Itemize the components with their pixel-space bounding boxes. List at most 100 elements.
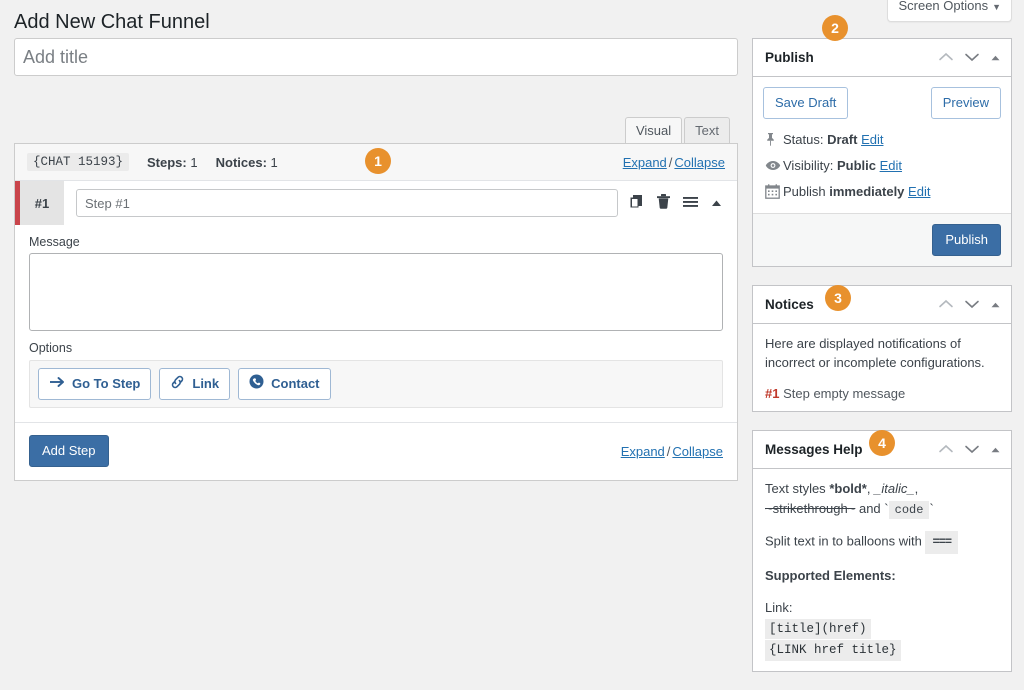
publish-major-actions: Publish: [753, 213, 1011, 266]
visibility-value: Public: [837, 158, 876, 173]
messages-help-panel-controls: [938, 442, 1001, 457]
publish-panel-title: Publish: [765, 50, 814, 65]
notices-label: Notices:: [216, 155, 267, 170]
funnel-footer-links: Expand/Collapse: [621, 444, 723, 459]
arrow-right-icon: [49, 375, 65, 393]
links-separator-bottom: /: [667, 444, 671, 459]
notices-panel-controls: [938, 297, 1001, 312]
go-to-step-button[interactable]: Go To Step: [38, 368, 151, 400]
notices-stat: Notices: 1: [216, 155, 278, 170]
annotation-badge-4: 4: [869, 430, 895, 456]
style-italic-sample: _italic_: [874, 481, 914, 496]
style-strikethrough-sample: ~strikethrough~: [765, 501, 855, 516]
annotation-badge-3: 3: [825, 285, 851, 311]
publish-panel-header: Publish: [753, 39, 1011, 77]
messages-help-panel: Messages Help: [752, 430, 1012, 672]
split-text-label: Split text in to balloons with: [765, 534, 922, 549]
publish-actions-row: Save Draft Preview: [753, 77, 1011, 127]
publish-panel-body: Save Draft Preview Status: Draft Edit: [753, 77, 1011, 266]
contact-button[interactable]: Contact: [238, 368, 330, 400]
schedule-label: Publish: [783, 184, 826, 199]
notices-panel-header: Notices: [753, 286, 1011, 324]
options-bar: Go To Step Link: [29, 360, 723, 408]
backtick-close: `: [929, 501, 933, 516]
status-value: Draft: [827, 132, 857, 147]
calendar-icon: [765, 184, 783, 199]
move-up-icon[interactable]: [938, 50, 954, 65]
move-down-icon[interactable]: [964, 297, 980, 312]
add-step-button[interactable]: Add Step: [29, 435, 109, 467]
notices-panel-body: Here are displayed notifications of inco…: [753, 324, 1011, 411]
move-up-icon[interactable]: [938, 297, 954, 312]
link-help-block: Link: [title](href) {LINK href title}: [765, 598, 999, 660]
chevron-down-icon: ▼: [992, 2, 1001, 12]
collapse-link-bottom[interactable]: Collapse: [672, 444, 723, 459]
expand-link-bottom[interactable]: Expand: [621, 444, 665, 459]
save-draft-button[interactable]: Save Draft: [763, 87, 848, 119]
schedule-edit-link[interactable]: Edit: [908, 184, 930, 199]
tab-visual[interactable]: Visual: [625, 117, 682, 145]
link-button[interactable]: Link: [159, 368, 230, 400]
funnel-footer: Add Step Expand/Collapse: [15, 423, 737, 480]
step-actions: [628, 193, 737, 213]
status-label: Status:: [783, 132, 823, 147]
text-styles-prefix: Text styles: [765, 481, 826, 496]
tab-text[interactable]: Text: [684, 117, 730, 145]
page-wrap: Visual Text {CHAT 15193} Steps: 1 Notice…: [0, 38, 1024, 648]
collapse-link-top[interactable]: Collapse: [674, 155, 725, 170]
link-syntax-markdown: [title](href): [765, 619, 871, 639]
step-row: #1: [15, 181, 737, 225]
publish-button[interactable]: Publish: [932, 224, 1001, 256]
link-label: Link: [192, 375, 219, 393]
editor-tabs: Visual Text: [14, 118, 738, 143]
page-title: Add New Chat Funnel: [0, 0, 1024, 39]
move-down-icon[interactable]: [964, 442, 980, 457]
options-label: Options: [29, 341, 723, 355]
toggle-panel-icon[interactable]: [990, 442, 1001, 457]
notice-step-id: #1: [765, 386, 779, 401]
style-code-sample: code: [889, 501, 930, 519]
title-input[interactable]: [14, 38, 738, 76]
notices-description: Here are displayed notifications of inco…: [765, 334, 999, 373]
notices-panel-title: Notices: [765, 297, 814, 312]
funnel-editor-box: {CHAT 15193} Steps: 1 Notices: 1 Expand/…: [14, 143, 738, 481]
style-bold-sample: *bold*: [829, 481, 867, 496]
messages-help-panel-title: Messages Help: [765, 442, 863, 457]
sidebar-column: Publish Save D: [752, 38, 1012, 690]
toggle-panel-icon[interactable]: [990, 297, 1001, 312]
links-separator-top: /: [669, 155, 673, 170]
notices-count: 1: [271, 155, 278, 170]
publish-panel: Publish Save D: [752, 38, 1012, 267]
move-up-icon[interactable]: [938, 442, 954, 457]
drag-handle-icon[interactable]: [682, 195, 699, 212]
toggle-panel-icon[interactable]: [990, 50, 1001, 65]
contact-label: Contact: [271, 375, 319, 393]
style-comma-1: ,: [867, 481, 871, 496]
style-and-word: and: [859, 501, 881, 516]
supported-elements-heading: Supported Elements:: [765, 566, 999, 586]
go-to-step-label: Go To Step: [72, 375, 140, 393]
link-help-label: Link:: [765, 600, 792, 615]
main-column: Visual Text {CHAT 15193} Steps: 1 Notice…: [14, 38, 738, 481]
steps-label: Steps:: [147, 155, 187, 170]
notices-panel: Notices Here are displayed: [752, 285, 1012, 412]
move-down-icon[interactable]: [964, 50, 980, 65]
duplicate-icon[interactable]: [628, 193, 645, 213]
collapse-step-icon[interactable]: [710, 196, 723, 211]
notice-message: Step empty message: [783, 386, 905, 401]
step-name-input[interactable]: [76, 189, 618, 217]
screen-options-button[interactable]: Screen Options ▼: [887, 0, 1012, 22]
step-number-label: #1: [20, 181, 64, 225]
screen-options-label: Screen Options: [898, 0, 988, 13]
expand-link-top[interactable]: Expand: [623, 155, 667, 170]
notice-item: #1 Step empty message: [765, 386, 999, 401]
split-balloons-line: Split text in to balloons with ===: [765, 531, 999, 554]
messages-help-panel-body: Text styles *bold*, _italic_, ~strikethr…: [753, 469, 1011, 671]
text-styles-line: Text styles *bold*, _italic_, ~strikethr…: [765, 479, 999, 520]
status-edit-link[interactable]: Edit: [861, 132, 883, 147]
trash-icon[interactable]: [656, 193, 671, 213]
annotation-badge-2: 2: [822, 15, 848, 41]
visibility-edit-link[interactable]: Edit: [880, 158, 902, 173]
preview-button[interactable]: Preview: [931, 87, 1001, 119]
message-textarea[interactable]: [29, 253, 723, 331]
